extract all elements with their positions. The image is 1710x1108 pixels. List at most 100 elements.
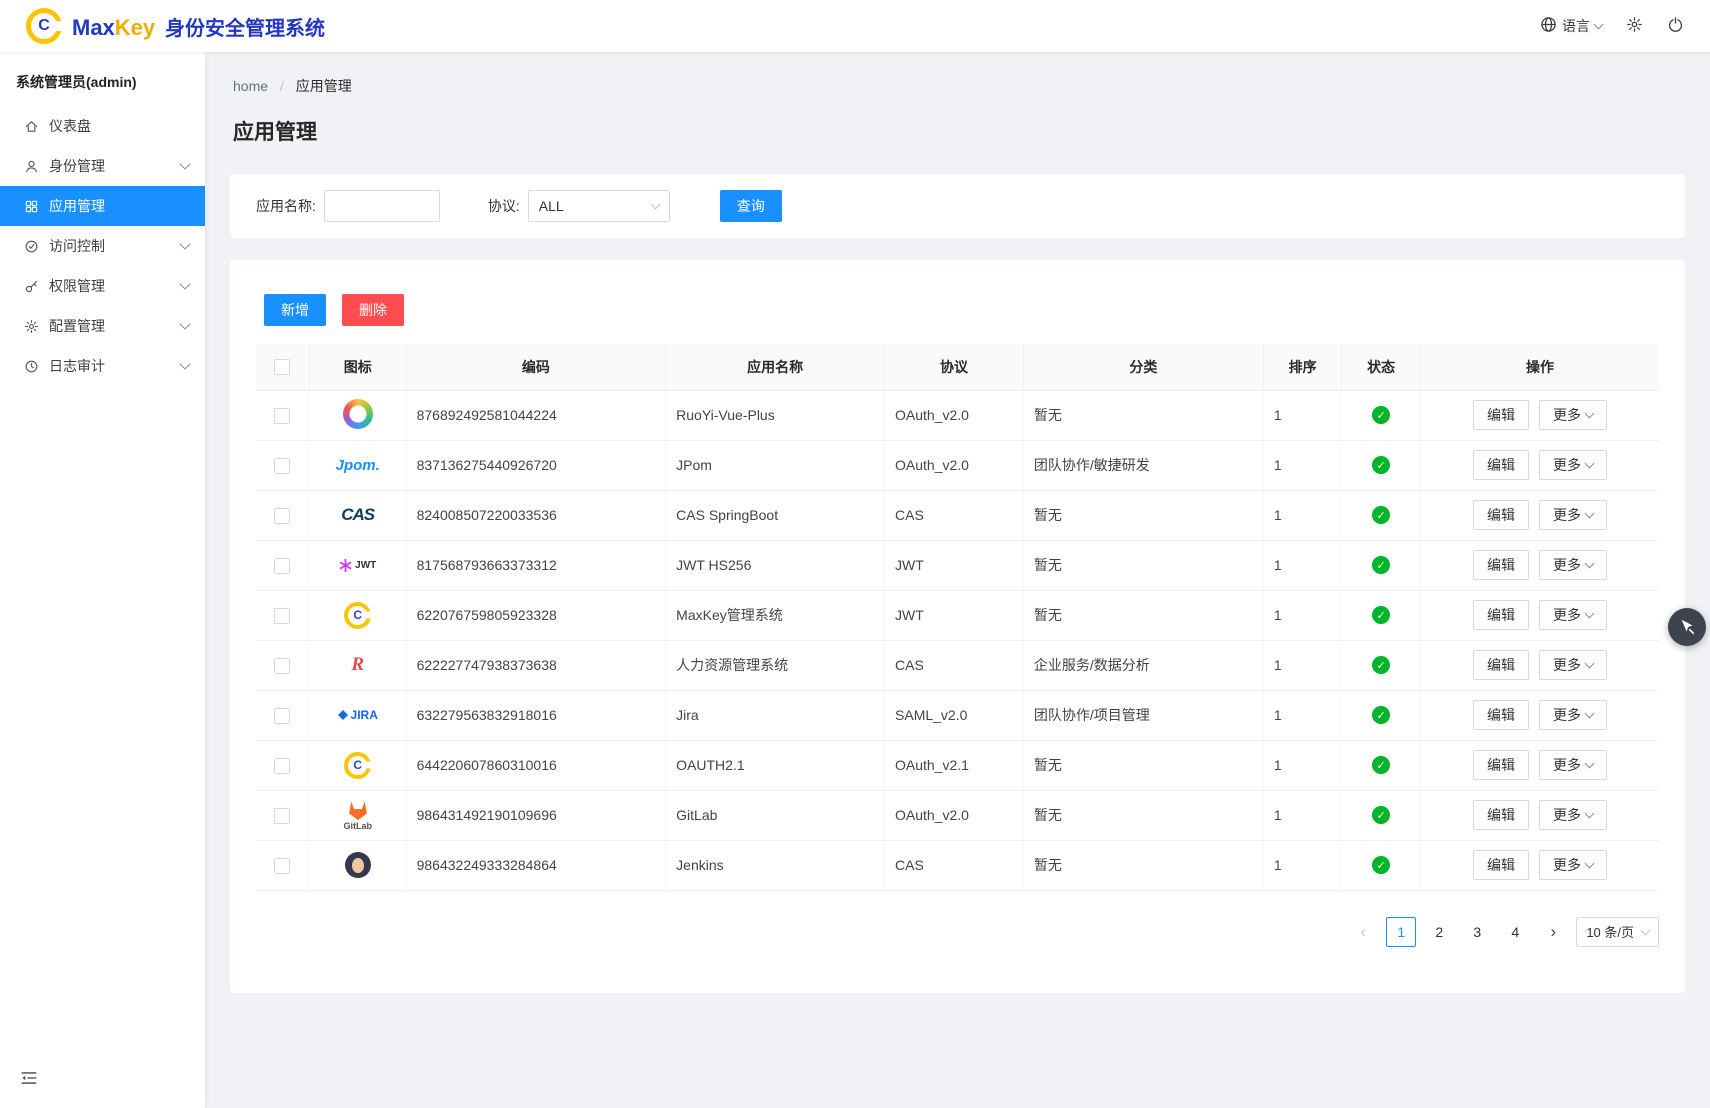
more-button[interactable]: 更多	[1539, 500, 1607, 530]
breadcrumb-current: 应用管理	[296, 78, 352, 94]
sidebar-item-access-control[interactable]: 访问控制	[0, 226, 205, 266]
sidebar-item-identity-management[interactable]: 身份管理	[0, 146, 205, 186]
chevron-down-icon	[1594, 20, 1604, 30]
delete-button[interactable]: 删除	[342, 294, 404, 326]
row-checkbox[interactable]	[274, 858, 290, 874]
more-button[interactable]: 更多	[1539, 550, 1607, 580]
language-switcher[interactable]: 语言	[1540, 16, 1602, 36]
protocol-select[interactable]: ALL	[528, 190, 670, 222]
app-name-input[interactable]	[324, 190, 440, 222]
chevron-down-icon	[1585, 459, 1595, 469]
dashboard-icon	[24, 119, 39, 134]
app-category: 暂无	[1023, 790, 1263, 840]
table-row: GitLab986431492190109696GitLabOAuth_v2.0…	[256, 790, 1659, 840]
globe-icon	[1540, 16, 1557, 36]
chevron-down-icon	[179, 158, 190, 169]
maxkey-icon: C	[344, 600, 371, 630]
menu-fold-icon	[20, 1069, 38, 1090]
protocol-select-value: ALL	[539, 198, 564, 214]
row-checkbox[interactable]	[274, 608, 290, 624]
app-sort: 1	[1263, 840, 1342, 890]
row-checkbox[interactable]	[274, 458, 290, 474]
pagination-page-3[interactable]: 3	[1462, 917, 1492, 947]
app-category: 暂无	[1023, 490, 1263, 540]
jpom-icon: Jpom.	[336, 450, 380, 480]
app-category: 团队协作/敏捷研发	[1023, 440, 1263, 490]
app-name-label: 应用名称:	[256, 196, 316, 216]
pagination-page-2[interactable]: 2	[1424, 917, 1454, 947]
edit-button[interactable]: 编辑	[1473, 700, 1529, 730]
app-category: 暂无	[1023, 540, 1263, 590]
column-header: 操作	[1420, 344, 1659, 390]
edit-button[interactable]: 编辑	[1473, 400, 1529, 430]
edit-button[interactable]: 编辑	[1473, 600, 1529, 630]
row-checkbox[interactable]	[274, 508, 290, 524]
app-sort: 1	[1263, 540, 1342, 590]
jenkins-icon	[345, 850, 371, 880]
app-category: 暂无	[1023, 390, 1263, 440]
more-button[interactable]: 更多	[1539, 600, 1607, 630]
config-icon	[24, 319, 39, 334]
menu-collapse-button[interactable]	[20, 1069, 38, 1090]
brand: C MaxKey 身份安全管理系统	[26, 8, 325, 44]
app-table: 图标编码应用名称协议分类排序状态操作 876892492581044224Ruo…	[256, 344, 1659, 891]
breadcrumb-home[interactable]: home	[233, 78, 268, 94]
chevron-down-icon	[1585, 709, 1595, 719]
app-name: Jenkins	[666, 840, 885, 890]
settings-button[interactable]	[1626, 16, 1643, 36]
sidebar-item-application-management[interactable]: 应用管理	[0, 186, 205, 226]
search-button[interactable]: 查询	[720, 190, 782, 222]
add-button[interactable]: 新增	[264, 294, 326, 326]
sidebar-item-configuration[interactable]: 配置管理	[0, 306, 205, 346]
sidebar-item-permission-management[interactable]: 权限管理	[0, 266, 205, 306]
row-checkbox[interactable]	[274, 408, 290, 424]
sidebar-item-log-audit[interactable]: 日志审计	[0, 346, 205, 386]
sidebar-item-dashboard[interactable]: 仪表盘	[0, 106, 205, 146]
app-category: 暂无	[1023, 590, 1263, 640]
logout-button[interactable]	[1667, 16, 1684, 36]
edit-button[interactable]: 编辑	[1473, 500, 1529, 530]
row-checkbox[interactable]	[274, 808, 290, 824]
select-all-checkbox[interactable]	[274, 359, 290, 375]
row-checkbox[interactable]	[274, 558, 290, 574]
pagination-next[interactable]: ›	[1538, 917, 1568, 947]
edit-button[interactable]: 编辑	[1473, 800, 1529, 830]
more-button[interactable]: 更多	[1539, 800, 1607, 830]
status-enabled-icon: ✓	[1372, 806, 1390, 824]
filter-card: 应用名称: 协议: ALL 查询	[230, 174, 1685, 238]
floating-tool-button[interactable]	[1668, 608, 1706, 646]
jira-icon: JIRA	[338, 700, 378, 730]
more-button[interactable]: 更多	[1539, 850, 1607, 880]
app-sort: 1	[1263, 440, 1342, 490]
pagination-page-1[interactable]: 1	[1386, 917, 1416, 947]
row-checkbox[interactable]	[274, 708, 290, 724]
row-checkbox[interactable]	[274, 658, 290, 674]
edit-button[interactable]: 编辑	[1473, 550, 1529, 580]
pagination-page-4[interactable]: 4	[1500, 917, 1530, 947]
app-name: JPom	[666, 440, 885, 490]
app-protocol: SAML_v2.0	[885, 690, 1024, 740]
app-protocol: CAS	[885, 490, 1024, 540]
table-row: CAS824008507220033536CAS SpringBootCAS暂无…	[256, 490, 1659, 540]
edit-button[interactable]: 编辑	[1473, 750, 1529, 780]
more-button[interactable]: 更多	[1539, 700, 1607, 730]
chevron-down-icon	[1585, 609, 1595, 619]
sidebar-item-label: 仪表盘	[49, 116, 189, 136]
select-all-header	[256, 344, 309, 390]
page-size-select[interactable]: 10 条/页	[1576, 917, 1659, 947]
edit-button[interactable]: 编辑	[1473, 450, 1529, 480]
row-checkbox[interactable]	[274, 758, 290, 774]
maxkey-icon: C	[344, 750, 371, 780]
breadcrumb: home / 应用管理	[230, 76, 1685, 96]
edit-button[interactable]: 编辑	[1473, 850, 1529, 880]
more-button[interactable]: 更多	[1539, 450, 1607, 480]
app-code: 986432249333284864	[406, 840, 666, 890]
edit-button[interactable]: 编辑	[1473, 650, 1529, 680]
more-button[interactable]: 更多	[1539, 400, 1607, 430]
pagination-prev[interactable]: ‹	[1348, 917, 1378, 947]
more-button[interactable]: 更多	[1539, 650, 1607, 680]
app-protocol: OAuth_v2.0	[885, 390, 1024, 440]
more-button[interactable]: 更多	[1539, 750, 1607, 780]
brand-subtitle: 身份安全管理系统	[165, 18, 325, 40]
app-code: 622227747938373638	[406, 640, 666, 690]
